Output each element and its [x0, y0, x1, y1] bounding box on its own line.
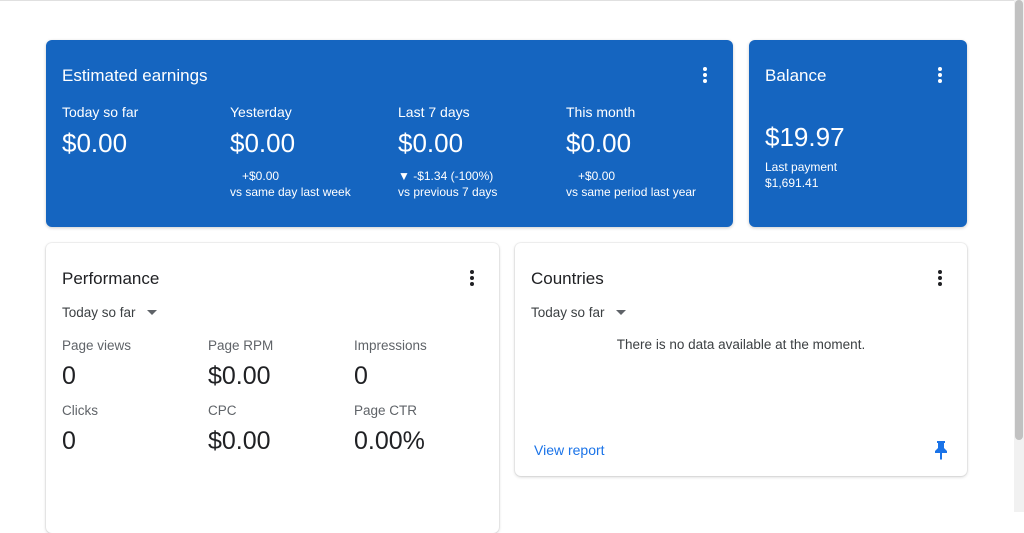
metric-value: $0.00: [208, 362, 271, 390]
more-vert-icon[interactable]: [703, 67, 707, 83]
metric-cpc: CPC $0.00: [208, 403, 348, 456]
metric-impressions: Impressions 0: [354, 338, 494, 391]
metric-label: Clicks: [62, 403, 98, 418]
scrollbar-thumb[interactable]: [1015, 0, 1023, 440]
period-value: $0.00: [230, 128, 296, 158]
range-dropdown[interactable]: Today so far: [531, 305, 626, 320]
more-vert-icon[interactable]: [938, 67, 942, 83]
metric-label: Page RPM: [208, 338, 274, 353]
metric-value: 0: [354, 362, 368, 390]
metric-value: $0.00: [208, 427, 271, 455]
arrow-drop-down-icon: [146, 310, 157, 315]
period-today: Today so far $0.00: [62, 104, 222, 159]
metric-page-rpm: Page RPM $0.00: [208, 338, 348, 391]
card-title: Performance: [62, 269, 160, 288]
period-compare: vs same day last week: [230, 185, 351, 199]
range-label: Today so far: [531, 305, 605, 320]
period-label: Last 7 days: [398, 104, 470, 120]
period-label: This month: [566, 104, 636, 120]
estimated-earnings-card: Estimated earnings Today so far $0.00 Ye…: [46, 40, 733, 227]
metric-value: 0: [62, 427, 76, 455]
period-value: $0.00: [398, 128, 464, 158]
balance-card: Balance $19.97 Last payment $1,691.41: [749, 40, 967, 227]
metric-value: 0.00%: [354, 427, 425, 455]
period-value: $0.00: [566, 128, 632, 158]
period-delta: +$0.00: [578, 169, 616, 183]
range-label: Today so far: [62, 305, 136, 320]
metric-page-views: Page views 0: [62, 338, 202, 391]
period-label: Yesterday: [230, 104, 292, 120]
period-delta: +$0.00: [242, 169, 280, 183]
period-label: Today so far: [62, 104, 139, 120]
card-title: Balance: [765, 66, 827, 85]
period-yesterday: Yesterday $0.00 +$0.00 vs same day last …: [230, 104, 390, 200]
metric-label: Impressions: [354, 338, 427, 353]
period-this-month: This month $0.00 +$0.00 vs same period l…: [566, 104, 726, 200]
metric-label: Page views: [62, 338, 132, 353]
metric-label: Page CTR: [354, 403, 418, 418]
metric-page-ctr: Page CTR 0.00%: [354, 403, 494, 456]
top-divider: [0, 0, 1024, 1]
pin-icon[interactable]: [934, 440, 948, 460]
period-compare: vs previous 7 days: [398, 185, 498, 199]
period-compare: vs same period last year: [566, 185, 697, 199]
last-payment-value: $1,691.41: [765, 176, 819, 190]
metric-value: 0: [62, 362, 76, 390]
more-vert-icon[interactable]: [470, 270, 474, 286]
period-delta: ▼ -$1.34 (-100%): [398, 169, 494, 183]
balance-value: $19.97: [765, 122, 845, 152]
countries-card: Countries Today so far There is no data …: [515, 243, 967, 476]
period-value: $0.00: [62, 128, 128, 158]
card-title: Estimated earnings: [62, 66, 208, 85]
page-scrollbar[interactable]: [1014, 0, 1024, 512]
card-title: Countries: [531, 269, 604, 288]
range-dropdown[interactable]: Today so far: [62, 305, 157, 320]
view-report-link[interactable]: View report: [534, 442, 605, 458]
empty-state-message: There is no data available at the moment…: [616, 337, 866, 352]
more-vert-icon[interactable]: [938, 270, 942, 286]
metric-label: CPC: [208, 403, 237, 418]
arrow-drop-down-icon: [615, 310, 626, 315]
last-payment-label: Last payment: [765, 160, 838, 174]
performance-card: Performance Today so far Page views 0 Pa…: [46, 243, 499, 533]
period-last-7-days: Last 7 days $0.00 ▼ -$1.34 (-100%) vs pr…: [398, 104, 558, 200]
metric-clicks: Clicks 0: [62, 403, 202, 456]
